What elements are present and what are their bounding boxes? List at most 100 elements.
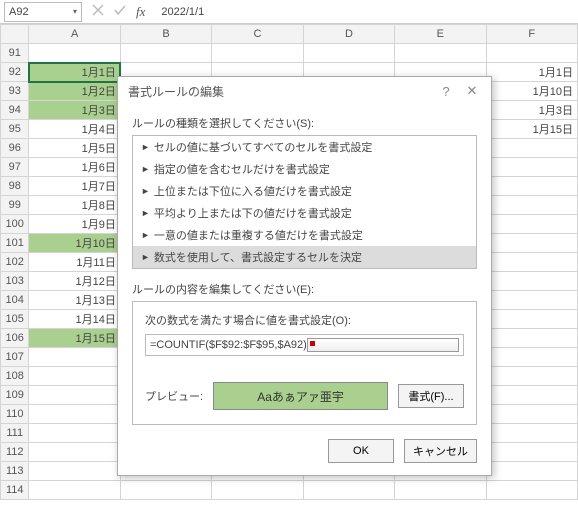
cell[interactable]: [486, 291, 577, 310]
formula-bar-value[interactable]: 2022/1/1: [155, 6, 210, 18]
cell[interactable]: [486, 310, 577, 329]
cell[interactable]: [486, 348, 577, 367]
cell[interactable]: 1月6日: [29, 158, 120, 177]
cell[interactable]: 1月10日: [486, 82, 577, 101]
row-header[interactable]: 96: [1, 139, 29, 158]
cell[interactable]: 1月5日: [29, 139, 120, 158]
cell[interactable]: [486, 462, 577, 481]
cell[interactable]: [29, 386, 120, 405]
cell[interactable]: [486, 253, 577, 272]
cell[interactable]: 1月3日: [29, 101, 120, 120]
row-header[interactable]: 104: [1, 291, 29, 310]
row-header[interactable]: 93: [1, 82, 29, 101]
cell[interactable]: 1月10日: [29, 234, 120, 253]
cell[interactable]: [29, 348, 120, 367]
row-header[interactable]: 112: [1, 443, 29, 462]
cell[interactable]: 1月8日: [29, 196, 120, 215]
cell[interactable]: 1月13日: [29, 291, 120, 310]
col-header-e[interactable]: E: [395, 25, 486, 44]
cell[interactable]: [486, 443, 577, 462]
row-header[interactable]: 91: [1, 44, 29, 63]
cell[interactable]: [29, 44, 120, 63]
col-header-a[interactable]: A: [29, 25, 120, 44]
cell[interactable]: [303, 44, 394, 63]
fx-icon[interactable]: fx: [136, 4, 145, 20]
cell[interactable]: [486, 424, 577, 443]
cell[interactable]: [486, 367, 577, 386]
col-header-c[interactable]: C: [212, 25, 303, 44]
name-box-dropdown-icon[interactable]: ▾: [73, 7, 77, 16]
row-header[interactable]: 108: [1, 367, 29, 386]
row-header[interactable]: 106: [1, 329, 29, 348]
cancel-button[interactable]: キャンセル: [404, 439, 477, 463]
cell[interactable]: [486, 329, 577, 348]
cell[interactable]: 1月3日: [486, 101, 577, 120]
cancel-icon[interactable]: [92, 4, 104, 19]
row-header[interactable]: 95: [1, 120, 29, 139]
cell[interactable]: [486, 481, 577, 500]
cell[interactable]: [29, 405, 120, 424]
select-all-corner[interactable]: [1, 25, 29, 44]
row-header[interactable]: 105: [1, 310, 29, 329]
cell[interactable]: [29, 462, 120, 481]
cell[interactable]: 1月2日: [29, 82, 120, 101]
col-header-f[interactable]: F: [486, 25, 577, 44]
format-button[interactable]: 書式(F)...: [398, 384, 464, 408]
cell[interactable]: 1月1日: [486, 63, 577, 82]
cell[interactable]: 1月14日: [29, 310, 120, 329]
cell[interactable]: [29, 367, 120, 386]
row-header[interactable]: 99: [1, 196, 29, 215]
cell[interactable]: 1月15日: [29, 329, 120, 348]
row-header[interactable]: 103: [1, 272, 29, 291]
col-header-b[interactable]: B: [120, 25, 211, 44]
rule-type-item[interactable]: ►数式を使用して、書式設定するセルを決定: [133, 246, 476, 268]
row-header[interactable]: 109: [1, 386, 29, 405]
row-header[interactable]: 100: [1, 215, 29, 234]
ok-button[interactable]: OK: [328, 439, 394, 463]
range-picker-icon[interactable]: [307, 338, 459, 352]
cell[interactable]: 1月4日: [29, 120, 120, 139]
row-header[interactable]: 97: [1, 158, 29, 177]
row-header[interactable]: 102: [1, 253, 29, 272]
formula-input[interactable]: =COUNTIF($F$92:$F$95,$A92): [145, 334, 464, 356]
cell[interactable]: [120, 481, 211, 500]
cell[interactable]: [486, 272, 577, 291]
cell[interactable]: [29, 443, 120, 462]
rule-type-item[interactable]: ►指定の値を含むセルだけを書式設定: [133, 158, 476, 180]
row-header[interactable]: 98: [1, 177, 29, 196]
close-icon[interactable]: ✕: [459, 83, 485, 99]
cell[interactable]: [395, 44, 486, 63]
cell[interactable]: [486, 44, 577, 63]
cell[interactable]: 1月7日: [29, 177, 120, 196]
row-header[interactable]: 114: [1, 481, 29, 500]
help-icon[interactable]: ?: [433, 84, 459, 99]
row-header[interactable]: 110: [1, 405, 29, 424]
rule-type-item[interactable]: ►セルの値に基づいてすべてのセルを書式設定: [133, 136, 476, 158]
cell[interactable]: [486, 234, 577, 253]
cell[interactable]: [29, 481, 120, 500]
confirm-icon[interactable]: [114, 4, 126, 19]
cell[interactable]: [486, 215, 577, 234]
row-header[interactable]: 101: [1, 234, 29, 253]
row-header[interactable]: 92: [1, 63, 29, 82]
cell[interactable]: [486, 177, 577, 196]
row-header[interactable]: 113: [1, 462, 29, 481]
cell[interactable]: [395, 481, 486, 500]
cell[interactable]: [303, 481, 394, 500]
cell[interactable]: [212, 481, 303, 500]
cell[interactable]: [486, 405, 577, 424]
cell[interactable]: 1月1日: [29, 63, 120, 82]
name-box[interactable]: A92 ▾: [4, 2, 82, 22]
rule-type-item[interactable]: ►一意の値または重複する値だけを書式設定: [133, 224, 476, 246]
cell[interactable]: 1月9日: [29, 215, 120, 234]
dialog-titlebar[interactable]: 書式ルールの編集 ? ✕: [118, 77, 491, 105]
row-header[interactable]: 94: [1, 101, 29, 120]
row-header[interactable]: 107: [1, 348, 29, 367]
cell[interactable]: [486, 386, 577, 405]
rule-type-list[interactable]: ►セルの値に基づいてすべてのセルを書式設定►指定の値を含むセルだけを書式設定►上…: [132, 135, 477, 269]
cell[interactable]: [486, 196, 577, 215]
rule-type-item[interactable]: ►上位または下位に入る値だけを書式設定: [133, 180, 476, 202]
cell[interactable]: 1月15日: [486, 120, 577, 139]
cell[interactable]: 1月11日: [29, 253, 120, 272]
row-header[interactable]: 111: [1, 424, 29, 443]
